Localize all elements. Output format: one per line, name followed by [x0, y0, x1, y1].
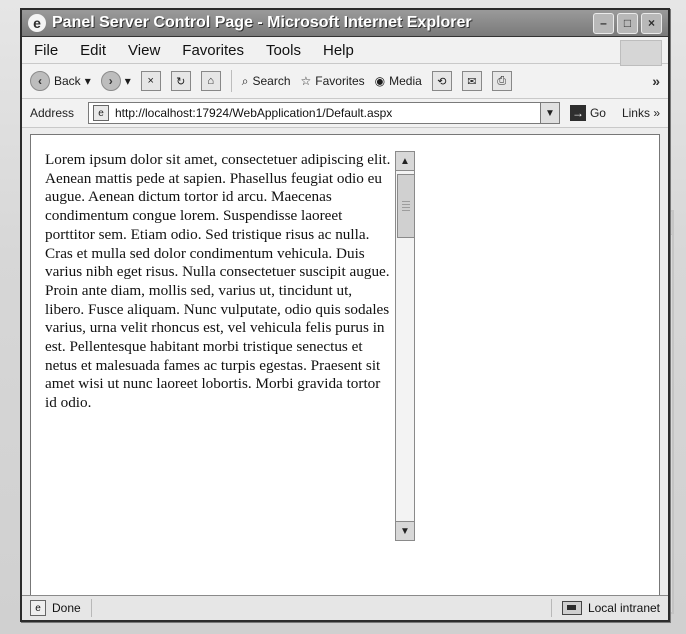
page-content: Lorem ipsum dolor sit amet, consectetuer…: [30, 134, 660, 596]
close-button[interactable]: ×: [641, 12, 662, 34]
window-controls: – □ ×: [593, 12, 662, 34]
toolbar-more[interactable]: »: [652, 73, 660, 89]
media-label: Media: [389, 74, 422, 88]
scroll-down-button[interactable]: ▼: [396, 521, 414, 540]
minimize-button[interactable]: –: [593, 12, 614, 34]
toolbar-separator: [230, 70, 232, 92]
status-page-icon: e: [30, 600, 46, 616]
ie-logo-icon: e: [28, 14, 46, 32]
scroll-thumb[interactable]: [397, 174, 415, 238]
go-button[interactable]: → Go: [566, 105, 610, 121]
print-icon[interactable]: ⎙: [491, 71, 512, 91]
window-title: Panel Server Control Page - Microsoft In…: [52, 14, 472, 31]
menu-view[interactable]: View: [126, 40, 162, 61]
back-label: Back: [54, 74, 81, 88]
stop-icon[interactable]: ×: [140, 71, 161, 91]
panel-scrollbar[interactable]: ▲ ▼: [395, 151, 415, 541]
local-intranet-icon: [561, 601, 582, 615]
menu-help[interactable]: Help: [321, 40, 356, 61]
media-button[interactable]: ◉ Media: [375, 74, 422, 88]
favorites-button[interactable]: ☆ Favorites: [301, 74, 365, 88]
address-dropdown-button[interactable]: ▼: [539, 103, 559, 123]
mail-icon[interactable]: ✉: [461, 71, 482, 91]
history-icon[interactable]: ⟲: [431, 71, 452, 91]
home-icon[interactable]: ⌂: [200, 71, 221, 91]
favorites-label: Favorites: [315, 74, 365, 88]
refresh-icon[interactable]: ↻: [170, 71, 191, 91]
toolbar: ‹ Back ▾ › ▾ × ↻ ⌂ ⌕ Search ☆ Favorites …: [22, 64, 668, 99]
favorites-star-icon: ☆: [300, 74, 312, 88]
go-arrow-icon: →: [569, 105, 586, 121]
page-icon: e: [93, 105, 109, 121]
scroll-up-button[interactable]: ▲: [396, 152, 414, 171]
back-dropdown-icon: ▾: [84, 74, 91, 88]
back-arrow-icon: ‹: [30, 71, 50, 91]
address-field[interactable]: e http://localhost:17924/WebApplication1…: [88, 102, 560, 124]
titlebar: e Panel Server Control Page - Microsoft …: [22, 10, 668, 37]
panel-text: Lorem ipsum dolor sit amet, consectetuer…: [45, 151, 391, 412]
status-right: Local intranet: [561, 601, 660, 615]
status-text: Done: [52, 601, 81, 615]
status-dividers: [90, 599, 552, 617]
menu-file[interactable]: File: [32, 40, 60, 61]
forward-arrow-icon: ›: [100, 71, 121, 91]
media-icon: ◉: [374, 74, 386, 88]
address-value[interactable]: http://localhost:17924/WebApplication1/D…: [115, 106, 392, 120]
address-label: Address: [30, 106, 75, 120]
back-button[interactable]: ‹ Back ▾: [30, 71, 91, 91]
forward-dropdown-icon: ▾: [124, 74, 131, 88]
menubar: File Edit View Favorites Tools Help: [22, 37, 668, 64]
menu-edit[interactable]: Edit: [78, 40, 108, 61]
maximize-button[interactable]: □: [617, 12, 638, 34]
menu-favorites[interactable]: Favorites: [180, 40, 246, 61]
search-button[interactable]: ⌕ Search: [242, 74, 291, 89]
forward-button[interactable]: › ▾: [100, 71, 131, 91]
windows-flag-logo: [620, 40, 662, 66]
search-label: Search: [252, 74, 291, 88]
links-button[interactable]: Links »: [622, 106, 660, 120]
status-zone: Local intranet: [587, 601, 660, 615]
links-label: Links: [621, 106, 650, 120]
status-left: e Done: [30, 600, 81, 616]
addressbar: Address e http://localhost:17924/WebAppl…: [22, 99, 668, 128]
links-more: »: [653, 106, 660, 120]
search-icon: ⌕: [241, 73, 249, 88]
go-label: Go: [589, 106, 606, 120]
ie-window: e Panel Server Control Page - Microsoft …: [20, 8, 670, 622]
menu-tools[interactable]: Tools: [264, 40, 303, 61]
statusbar: e Done Local intranet: [22, 595, 668, 620]
